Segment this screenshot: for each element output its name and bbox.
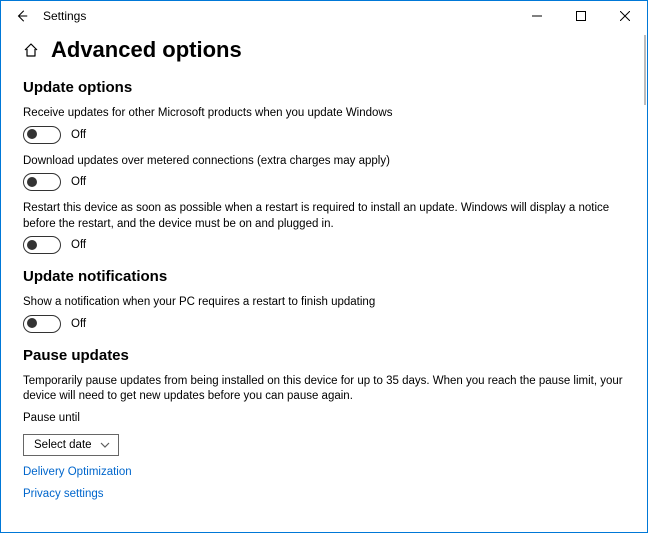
pause-until-label: Pause until (23, 411, 623, 427)
section-title-pause-updates: Pause updates (23, 347, 625, 364)
content-area: Advanced options Update options Receive … (1, 31, 647, 532)
minimize-icon (532, 11, 542, 21)
option-desc: Download updates over metered connection… (23, 154, 623, 170)
home-icon (23, 42, 39, 58)
pause-desc: Temporarily pause updates from being ins… (23, 374, 623, 405)
toggle-restart-asap: Off (23, 236, 625, 254)
page-title: Advanced options (51, 37, 242, 63)
link-privacy-settings[interactable]: Privacy settings (23, 488, 625, 500)
window-title: Settings (43, 9, 86, 23)
home-button[interactable] (23, 42, 39, 58)
scrollbar[interactable] (644, 35, 646, 105)
toggle-restart-notification: Off (23, 315, 625, 333)
section-title-update-options: Update options (23, 79, 625, 96)
toggle-state: Off (71, 129, 86, 141)
toggle-other-products: Off (23, 126, 625, 144)
option-desc: Restart this device as soon as possible … (23, 201, 623, 232)
back-button[interactable] (7, 1, 37, 31)
toggle-switch[interactable] (23, 315, 61, 333)
toggle-switch[interactable] (23, 173, 61, 191)
toggle-state: Off (71, 239, 86, 251)
minimize-button[interactable] (515, 1, 559, 31)
maximize-icon (576, 11, 586, 21)
toggle-state: Off (71, 176, 86, 188)
chevron-down-icon (100, 442, 110, 448)
toggle-switch[interactable] (23, 236, 61, 254)
maximize-button[interactable] (559, 1, 603, 31)
section-title-update-notifications: Update notifications (23, 268, 625, 285)
close-icon (620, 11, 630, 21)
back-arrow-icon (15, 9, 29, 23)
toggle-state: Off (71, 318, 86, 330)
option-desc: Show a notification when your PC require… (23, 295, 623, 311)
pause-date-select[interactable]: Select date (23, 434, 119, 456)
toggle-metered: Off (23, 173, 625, 191)
link-delivery-optimization[interactable]: Delivery Optimization (23, 466, 625, 478)
close-button[interactable] (603, 1, 647, 31)
select-value: Select date (34, 439, 92, 451)
toggle-switch[interactable] (23, 126, 61, 144)
page-header: Advanced options (23, 37, 625, 63)
titlebar: Settings (1, 1, 647, 31)
option-desc: Receive updates for other Microsoft prod… (23, 106, 623, 122)
